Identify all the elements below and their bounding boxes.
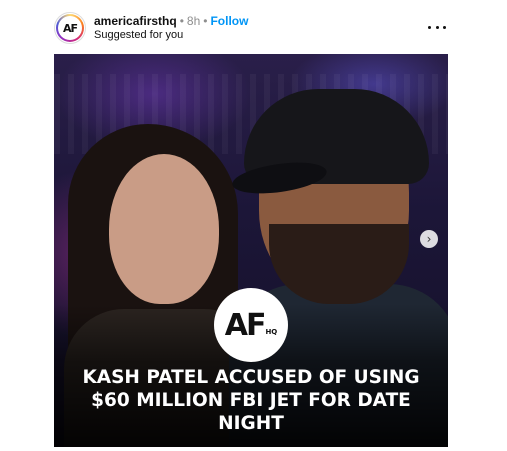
post-image[interactable]: › AF HQ KASH PATEL ACCUSED OF USING $60 … <box>54 54 448 447</box>
brand-logo: AF HQ <box>214 288 288 362</box>
post-time[interactable]: 8h <box>187 14 200 28</box>
dot <box>428 25 431 29</box>
separator-dot: • <box>179 14 184 28</box>
story-ring: AF <box>56 14 84 42</box>
image-headline: KASH PATEL ACCUSED OF USING $60 MILLION … <box>82 367 420 434</box>
username-link[interactable]: americafirsthq <box>94 14 177 28</box>
follow-button[interactable]: Follow <box>210 14 248 28</box>
separator-dot: • <box>203 14 208 28</box>
dot <box>443 25 446 29</box>
next-image-icon[interactable]: › <box>420 230 438 248</box>
logo-text: AF <box>224 307 267 343</box>
post-meta: americafirsthq • 8h • Follow <box>94 13 248 29</box>
more-options-icon[interactable] <box>428 22 446 32</box>
post-header: AF americafirsthq • 8h • Follow Suggeste… <box>0 0 507 52</box>
avatar-logo: AF <box>58 16 82 40</box>
profile-avatar[interactable]: AF <box>54 12 86 44</box>
woman-face <box>109 154 219 304</box>
logo-subtext: HQ <box>265 328 278 336</box>
suggested-label: Suggested for you <box>94 29 184 41</box>
dot <box>435 25 439 29</box>
